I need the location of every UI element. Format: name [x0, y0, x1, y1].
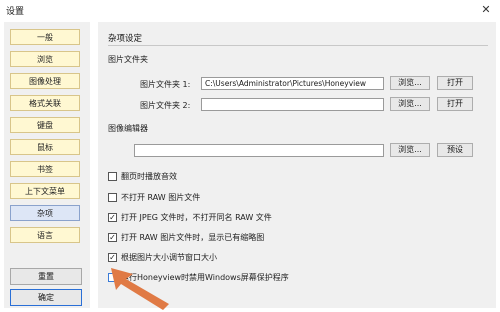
picture-folder-2-field[interactable] — [201, 98, 384, 111]
option-label: 打开 RAW 图片文件时，显示已有缩略图 — [121, 233, 265, 242]
picture-folder-group-label: 图片文件夹 — [108, 55, 148, 64]
sidebar-item-misc[interactable]: 杂项 — [10, 205, 80, 221]
window-title: 设置 — [6, 7, 25, 17]
close-icon[interactable]: ✕ — [476, 1, 496, 19]
picture-folder-2-browse-button[interactable]: 浏览... — [390, 97, 430, 111]
option-label: 运行Honeyview时禁用Windows屏幕保护程序 — [121, 273, 289, 282]
picture-folder-2-open-button[interactable]: 打开 — [437, 97, 473, 111]
option-label: 打开 JPEG 文件时，不打开同名 RAW 文件 — [121, 213, 272, 222]
sidebar-item-bookmarks[interactable]: 书签 — [10, 161, 80, 177]
sidebar-item-context-menu[interactable]: 上下文菜单 — [10, 183, 80, 199]
sidebar-item-browse[interactable]: 浏览 — [10, 51, 80, 67]
picture-folder-1-field[interactable]: C:\Users\Administrator\Pictures\Honeyvie… — [201, 77, 384, 90]
option-label: 不打开 RAW 图片文件 — [121, 193, 201, 202]
image-editor-preset-button[interactable]: 预设 — [437, 143, 473, 157]
title-bar: 设置 ✕ — [0, 0, 500, 20]
check-icon[interactable]: ✓ — [108, 233, 117, 242]
image-editor-group-label: 图像编辑器 — [108, 124, 148, 133]
sidebar-item-general[interactable]: 一般 — [10, 29, 80, 45]
ok-button[interactable]: 确定 — [10, 289, 82, 306]
checkbox[interactable] — [108, 273, 117, 282]
reset-button[interactable]: 重置 — [10, 268, 82, 285]
sidebar-item-language[interactable]: 语言 — [10, 227, 80, 243]
checkbox[interactable] — [108, 193, 117, 202]
option-label: 翻页时播放音效 — [121, 172, 177, 181]
sidebar: 一般 浏览 图像处理 格式关联 键盘 鼠标 书签 上下文菜单 杂项 语言 重置 … — [4, 22, 90, 308]
check-icon[interactable]: ✓ — [108, 213, 117, 222]
section-title: 杂项设定 — [108, 34, 143, 44]
picture-folder-2-label: 图片文件夹 2: — [140, 101, 191, 110]
image-editor-field[interactable] — [134, 144, 384, 157]
picture-folder-1-open-button[interactable]: 打开 — [437, 76, 473, 90]
sidebar-item-image-processing[interactable]: 图像处理 — [10, 73, 80, 89]
picture-folder-1-browse-button[interactable]: 浏览... — [390, 76, 430, 90]
option-label: 根据图片大小调节窗口大小 — [121, 253, 217, 262]
sidebar-item-keyboard[interactable]: 键盘 — [10, 117, 80, 133]
sidebar-item-format-association[interactable]: 格式关联 — [10, 95, 80, 111]
settings-panel: 杂项设定 图片文件夹 图片文件夹 1: C:\Users\Administrat… — [98, 22, 496, 308]
picture-folder-1-label: 图片文件夹 1: — [140, 80, 191, 89]
image-editor-browse-button[interactable]: 浏览... — [390, 143, 430, 157]
sidebar-item-mouse[interactable]: 鼠标 — [10, 139, 80, 155]
checkbox[interactable] — [108, 172, 117, 181]
check-icon[interactable]: ✓ — [108, 253, 117, 262]
section-divider — [108, 45, 488, 46]
